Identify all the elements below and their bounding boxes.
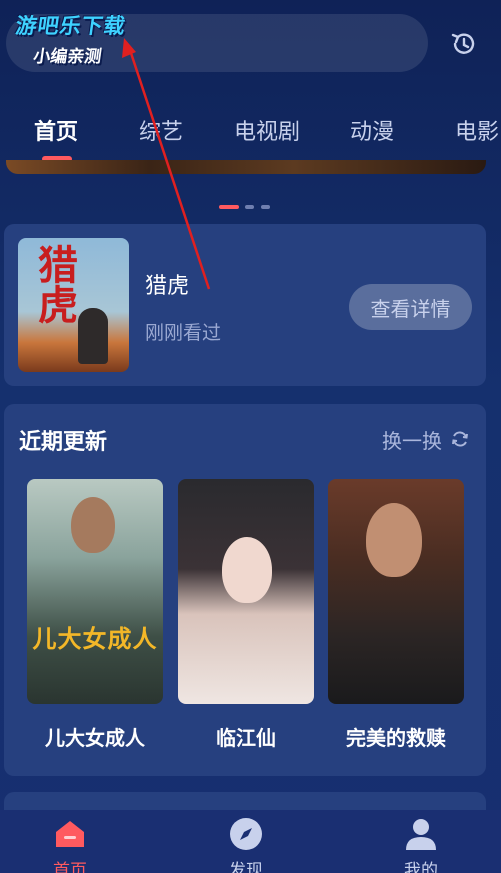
thumbnail-overlay-text: 儿大女成人 xyxy=(32,625,158,653)
carousel-dot xyxy=(245,205,254,209)
nav-discover-label: 发现 xyxy=(229,861,263,873)
poster-title: 猎虎 xyxy=(31,244,77,324)
view-details-button[interactable]: 查看详情 xyxy=(349,284,472,330)
thumbnail-figure xyxy=(366,503,422,577)
profile-icon xyxy=(406,819,436,850)
show-title[interactable]: 完美的救赎 xyxy=(328,722,464,751)
poster-figure xyxy=(78,308,108,364)
nav-home[interactable]: 首页 xyxy=(30,810,110,873)
tab-movies[interactable]: 电影 xyxy=(455,114,499,146)
show-thumbnail[interactable] xyxy=(178,479,314,704)
tab-variety[interactable]: 综艺 xyxy=(139,114,183,146)
section-title: 近期更新 xyxy=(19,430,108,455)
recent-updates-section: 近期更新 换一换 儿大女成人 儿大女成人 临江仙 完美的救赎 xyxy=(4,404,486,776)
compass-icon xyxy=(230,818,262,850)
refresh-button[interactable]: 换一换 xyxy=(382,426,470,453)
refresh-icon xyxy=(452,431,468,447)
carousel-dot-active xyxy=(219,205,239,209)
recently-watched-card[interactable]: 猎虎 猎虎 刚刚看过 查看详情 xyxy=(4,224,486,386)
recent-subtitle: 刚刚看过 xyxy=(145,322,222,344)
nav-profile[interactable]: 我的 xyxy=(381,810,461,873)
show-title[interactable]: 儿大女成人 xyxy=(27,722,163,751)
nav-home-label: 首页 xyxy=(53,861,87,873)
thumbnail-figure xyxy=(222,537,272,603)
watermark-line1: 游吧乐下载 xyxy=(14,14,128,38)
app-screen: 游吧乐下载 小编亲测 首页 综艺 电视剧 动漫 电影 猎虎 猎虎 刚刚看过 查看… xyxy=(0,0,501,873)
carousel-dot xyxy=(261,205,270,209)
watermark-logo: 游吧乐下载 小编亲测 xyxy=(10,10,154,67)
top-bar: 游吧乐下载 小编亲测 xyxy=(0,0,501,90)
show-thumbnail[interactable] xyxy=(328,479,464,704)
tab-anime[interactable]: 动漫 xyxy=(350,114,394,146)
show-title[interactable]: 临江仙 xyxy=(178,722,314,751)
bottom-navigation: 首页 发现 我的 xyxy=(0,810,501,873)
category-tabs: 首页 综艺 电视剧 动漫 电影 xyxy=(0,108,501,164)
nav-discover[interactable]: 发现 xyxy=(206,810,286,873)
history-icon xyxy=(451,33,475,54)
tab-tv-series[interactable]: 电视剧 xyxy=(234,114,300,146)
show-thumbnail[interactable]: 儿大女成人 xyxy=(27,479,163,704)
banner-carousel[interactable] xyxy=(6,160,486,174)
recent-poster[interactable]: 猎虎 xyxy=(18,238,129,372)
home-icon xyxy=(56,821,84,847)
recent-title: 猎虎 xyxy=(145,274,190,299)
watermark-line2: 小编亲测 xyxy=(31,47,103,67)
nav-profile-label: 我的 xyxy=(404,861,438,873)
thumbnail-figure xyxy=(71,497,115,553)
tab-home[interactable]: 首页 xyxy=(34,114,78,146)
refresh-label: 换一换 xyxy=(382,428,442,453)
history-button[interactable] xyxy=(446,26,482,62)
